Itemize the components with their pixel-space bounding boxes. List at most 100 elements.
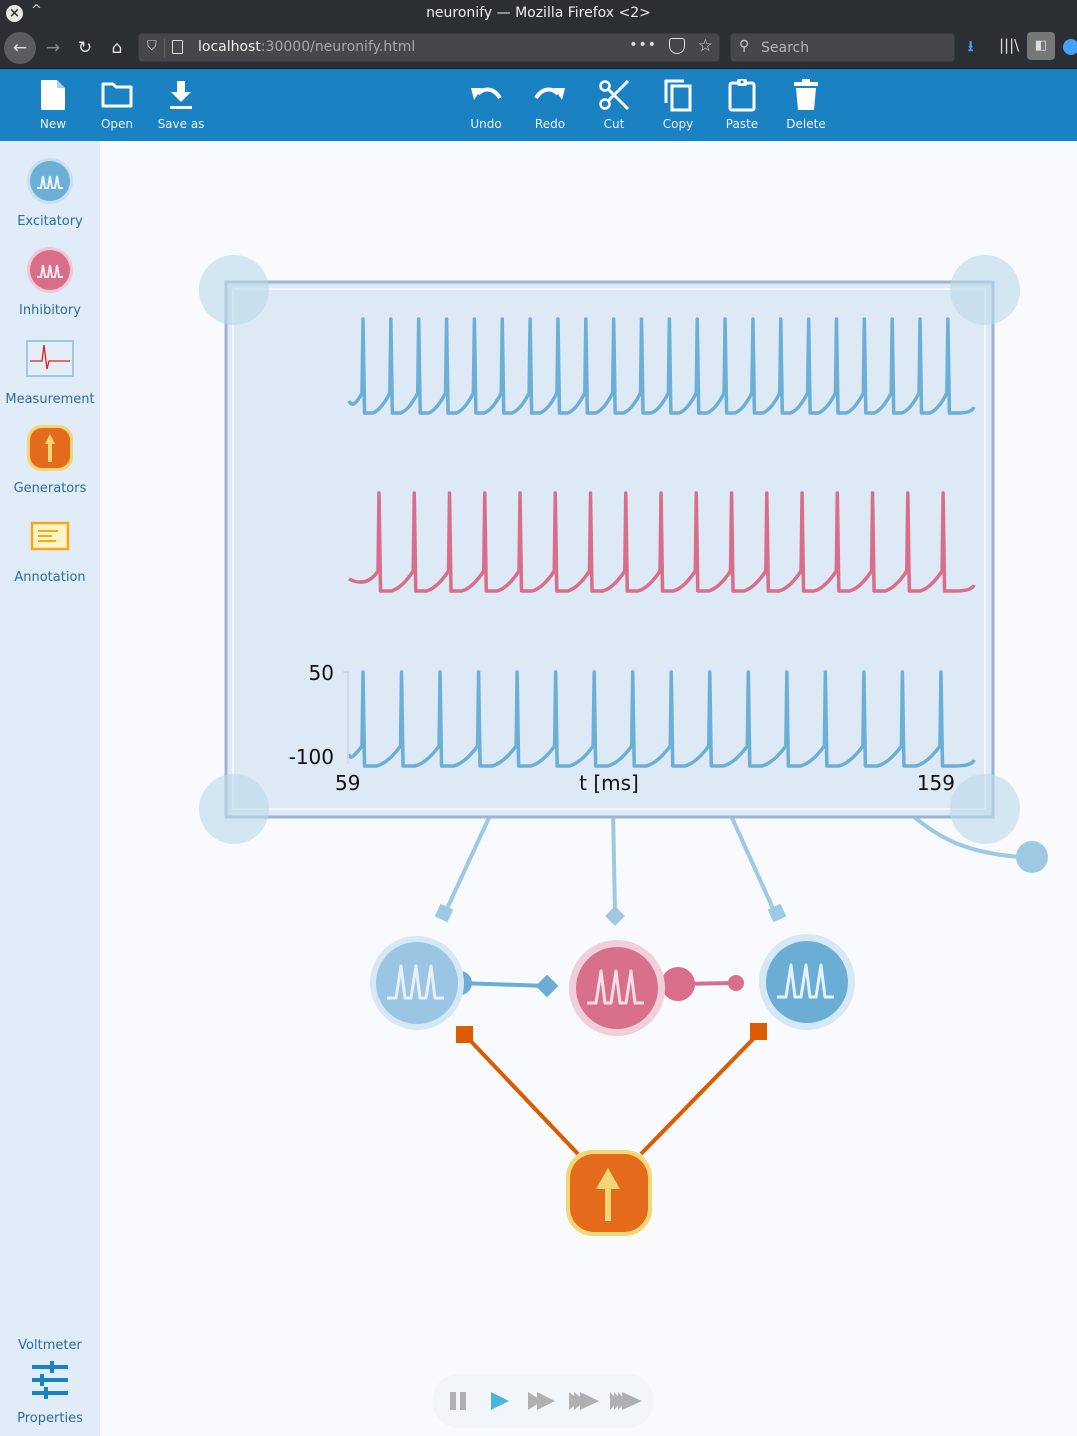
reload-icon[interactable]: ↻: [70, 33, 100, 63]
palette-item-inhibitory[interactable]: Inhibitory: [0, 230, 100, 319]
play-icon: [491, 1392, 509, 1410]
voltmeter-edge-right[interactable]: [726, 808, 777, 914]
fastest-forward-button[interactable]: [608, 1374, 644, 1428]
search-placeholder: Search: [761, 40, 810, 56]
voltmeter-edge-left[interactable]: [443, 808, 495, 914]
playback-controls: [432, 1374, 654, 1428]
copy-button[interactable]: Copy: [648, 69, 708, 141]
voltmeter-edge-middle[interactable]: [611, 808, 617, 914]
voltmeter-probe-left[interactable]: [434, 903, 454, 923]
page-icon[interactable]: [172, 40, 183, 54]
workspace-canvas[interactable]: 50 -100 59 t [ms] 159: [100, 141, 1077, 1436]
palette-label-generators: Generators: [13, 481, 87, 496]
fast-forward-button[interactable]: [524, 1374, 560, 1428]
properties-sliders-icon[interactable]: [30, 1360, 70, 1400]
inhibitory-synapse-terminal[interactable]: [728, 975, 744, 991]
url-text[interactable]: localhost:30000/neuronify.html: [198, 39, 415, 55]
generator-icon: [27, 425, 73, 471]
url-path: :30000/neuronify.html: [260, 39, 416, 55]
excitatory-neuron-icon: [27, 158, 73, 204]
download-icon: [170, 81, 192, 109]
faster-forward-button[interactable]: [566, 1374, 602, 1428]
save-as-label: Save as: [157, 117, 205, 131]
generator-terminal-right[interactable]: [750, 1023, 767, 1040]
fastest-forward-icon: [610, 1392, 642, 1410]
palette-label-annotation: Annotation: [14, 570, 86, 585]
annotation-icon: [30, 521, 70, 551]
redo-button[interactable]: Redo: [520, 69, 580, 141]
paste-button[interactable]: Paste: [712, 69, 772, 141]
url-host: localhost: [198, 39, 261, 55]
generator-connections: [456, 1023, 767, 1156]
resize-handle-bottom-left[interactable]: [199, 774, 269, 844]
scissors-icon: [599, 79, 630, 111]
y-max-label: 50: [309, 661, 334, 685]
excitatory-synapse-edge[interactable]: [459, 981, 548, 988]
palette-label-measurement: Measurement: [5, 392, 95, 407]
trash-icon: [794, 79, 818, 110]
inhibitory-neuron-icon: [27, 247, 73, 293]
voltmeter-panel[interactable]: 50 -100 59 t [ms] 159: [199, 255, 1020, 844]
browser-navbar: ← → ↻ ⌂ ⛉ localhost:30000/neuronify.html…: [0, 28, 1077, 69]
pause-icon: [450, 1392, 466, 1410]
resize-handle-bottom-right[interactable]: [950, 774, 1020, 844]
cut-button[interactable]: Cut: [584, 69, 644, 141]
palette-item-generators[interactable]: Generators: [0, 408, 100, 497]
page-actions-icon[interactable]: •••: [629, 37, 657, 53]
window-title: neuronify — Mozilla Firefox <2>: [426, 5, 651, 21]
clipboard-icon: [728, 79, 756, 112]
current-generator[interactable]: [566, 1150, 652, 1236]
delete-label: Delete: [786, 117, 826, 131]
search-icon: ⚲: [739, 38, 750, 54]
palette-item-measurement[interactable]: Measurement: [0, 319, 100, 408]
home-icon[interactable]: ⌂: [102, 33, 132, 63]
app-toolbar: New Open Save as Undo Redo Cut Copy Past…: [0, 69, 1077, 141]
undo-button[interactable]: Undo: [456, 69, 516, 141]
sidebar-icon[interactable]: ◧: [1027, 32, 1055, 60]
new-button[interactable]: New: [23, 69, 83, 141]
faster-forward-icon: [569, 1392, 599, 1410]
selected-item-label: Voltmeter: [18, 1338, 82, 1353]
redo-icon: [534, 87, 565, 100]
inhibitory-synapse-edge[interactable]: [677, 981, 737, 986]
palette-label-excitatory: Excitatory: [17, 214, 83, 229]
generator-edge-left[interactable]: [462, 1032, 580, 1156]
fast-forward-icon: [528, 1392, 555, 1410]
bookmark-star-icon[interactable]: ☆: [698, 36, 713, 56]
library-icon[interactable]: |||\: [999, 36, 1019, 54]
generator-terminal-left[interactable]: [456, 1026, 473, 1043]
neuron-excitatory-left[interactable]: [370, 936, 464, 1030]
x-max-label: 159: [917, 771, 955, 795]
open-button[interactable]: Open: [87, 69, 147, 141]
search-bar[interactable]: ⚲ Search: [730, 33, 955, 62]
voltmeter-probe-middle[interactable]: [605, 906, 625, 926]
undo-icon: [471, 87, 502, 100]
folder-icon: [101, 82, 133, 108]
play-button[interactable]: [482, 1374, 518, 1428]
pocket-icon[interactable]: [669, 38, 685, 54]
palette-item-annotation[interactable]: Annotation: [0, 497, 100, 586]
delete-button[interactable]: Delete: [776, 69, 836, 141]
back-icon[interactable]: ←: [4, 32, 36, 64]
extension-icon[interactable]: [1063, 39, 1077, 55]
tracking-shield-icon[interactable]: ⛉: [147, 39, 157, 54]
voltmeter-output-handle[interactable]: [1016, 841, 1048, 873]
download-icon[interactable]: ⭳: [968, 36, 973, 61]
generator-edge-right[interactable]: [639, 1032, 760, 1156]
excitatory-synapse-terminal[interactable]: [535, 974, 559, 998]
resize-handle-top-right[interactable]: [950, 255, 1020, 325]
pause-button[interactable]: [440, 1374, 476, 1428]
forward-icon[interactable]: →: [38, 33, 68, 63]
palette-item-excitatory[interactable]: Excitatory: [0, 141, 100, 230]
copy-icon: [664, 79, 692, 112]
save-as-button[interactable]: Save as: [151, 69, 211, 141]
network-scene: 50 -100 59 t [ms] 159: [199, 255, 1048, 1236]
x-axis-label: t [ms]: [579, 771, 639, 795]
resize-handle-top-left[interactable]: [199, 255, 269, 325]
url-separator: [164, 39, 165, 57]
properties-label[interactable]: Properties: [0, 1411, 100, 1426]
url-bar[interactable]: ⛉ localhost:30000/neuronify.html ••• ☆: [138, 33, 720, 62]
neuron-inhibitory-middle[interactable]: [569, 940, 665, 1036]
y-min-label: -100: [289, 745, 334, 769]
neuron-excitatory-right[interactable]: [759, 934, 855, 1030]
